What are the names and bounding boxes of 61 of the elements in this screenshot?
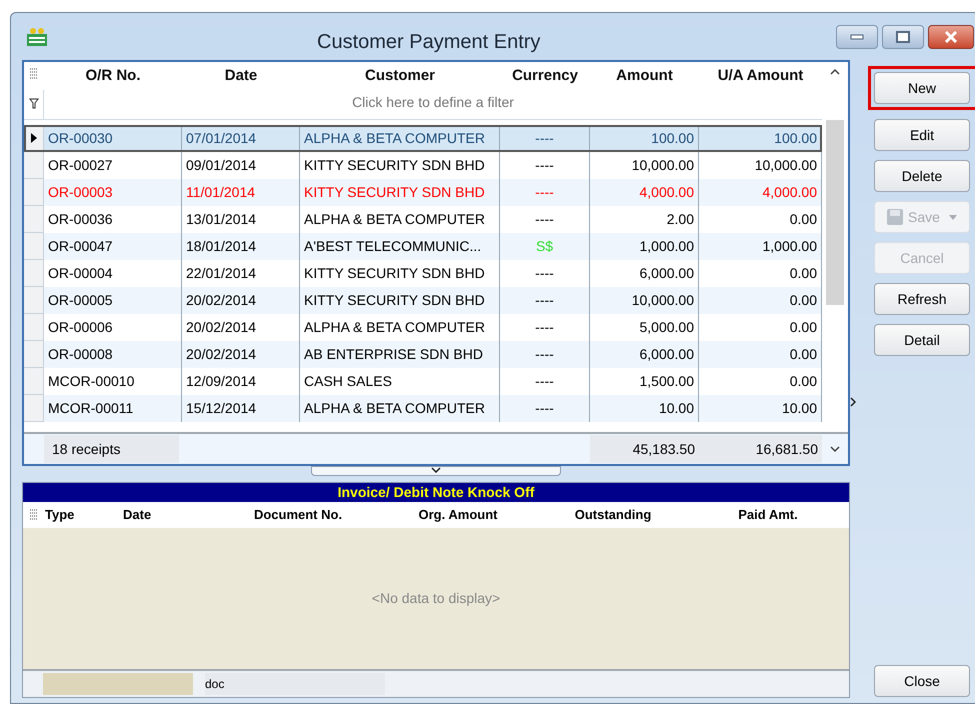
column-header[interactable]: Date	[123, 505, 213, 525]
table-row[interactable]: OR-00005 20/02/2014 KITTY SECURITY SDN BHD ---- 10,000.00 0.00	[24, 287, 822, 314]
column-header[interactable]: O/R No.	[44, 62, 182, 90]
table-row[interactable]: OR-00036 13/01/2014 ALPHA & BETA COMPUTER ---- 2.00 0.00	[24, 206, 822, 233]
empty-message: <No data to display>	[372, 589, 500, 608]
column-header[interactable]: Org. Amount	[383, 505, 533, 525]
column-chooser-icon	[29, 68, 39, 80]
table-cell: MCOR-00011	[44, 395, 182, 422]
scrollbar-thumb[interactable]	[826, 120, 844, 305]
action-button[interactable]: Detail	[874, 324, 970, 356]
table-cell: 15/12/2014	[182, 395, 300, 422]
table-row[interactable]: OR-00006 20/02/2014 ALPHA & BETA COMPUTER ---- 5,000.00 0.00	[24, 314, 822, 341]
section-title: Invoice/ Debit Note Knock Off	[23, 483, 849, 502]
table-cell: 10.00	[699, 395, 822, 422]
column-header[interactable]: Amount	[590, 62, 699, 90]
close-button[interactable]: Close	[874, 665, 970, 697]
table-cell: 10.00	[590, 395, 699, 422]
ua-amount-total: 16,681.50	[699, 435, 822, 463]
column-header[interactable]: Document No.	[213, 505, 383, 525]
table-row[interactable]: OR-00047 18/01/2014 A'BEST TELECOMMUNIC... S$ 1,000.00 1,000.00	[24, 233, 822, 260]
column-header[interactable]: U/A Amount	[699, 62, 822, 90]
filter-hint[interactable]: Click here to define a filter	[44, 90, 822, 119]
footer-text: doc	[205, 673, 385, 695]
action-button[interactable]: Refresh	[874, 283, 970, 315]
minimize-button[interactable]	[836, 24, 878, 48]
column-header[interactable]: Type	[45, 505, 123, 525]
maximize-icon	[896, 30, 910, 42]
receipt-count: 18 receipts	[44, 435, 179, 463]
column-header[interactable]: Outstanding	[533, 505, 693, 525]
table-row[interactable]: OR-00004 22/01/2014 KITTY SECURITY SDN BHD ---- 6,000.00 0.00	[24, 260, 822, 287]
scroll-up-icon[interactable]	[830, 68, 840, 76]
window-title: Customer Payment Entry	[317, 30, 540, 55]
collapse-icon	[431, 467, 441, 473]
close-window-button[interactable]	[928, 24, 974, 48]
minimize-icon	[850, 34, 864, 40]
column-header[interactable]: Currency	[500, 62, 590, 90]
action-button[interactable]: Edit	[874, 119, 970, 151]
scroll-down-icon[interactable]	[830, 445, 840, 453]
maximize-button[interactable]	[882, 24, 924, 48]
column-header[interactable]: Date	[182, 62, 300, 90]
close-icon	[944, 30, 958, 42]
table-cell: ALPHA & BETA COMPUTER	[300, 395, 500, 422]
table-row[interactable]: OR-00003 11/01/2014 KITTY SECURITY SDN BHD ---- 4,000.00 4,000.00	[24, 179, 822, 206]
action-button[interactable]: New	[874, 72, 970, 104]
table-row[interactable]: OR-00030 07/01/2014 ALPHA & BETA COMPUTER ---- 100.00 100.00	[24, 125, 822, 152]
table-cell: ----	[500, 395, 590, 422]
action-button[interactable]: Delete	[874, 160, 970, 192]
filter-icon	[28, 98, 38, 109]
amount-total: 45,183.50	[590, 435, 699, 463]
splitter-handle[interactable]	[311, 466, 561, 476]
expand-icon[interactable]	[850, 396, 856, 406]
app-icon	[25, 26, 49, 48]
caret-icon	[948, 213, 958, 221]
current-row-icon	[30, 133, 36, 143]
table-row[interactable]: OR-00008 20/02/2014 AB ENTERPRISE SDN BHD ---- 6,000.00 0.00	[24, 341, 822, 368]
table-row[interactable]: MCOR-00011 15/12/2014 ALPHA & BETA COMPUTER ---- 10.00 10.00	[24, 395, 822, 422]
table-row[interactable]: MCOR-00010 12/09/2014 CASH SALES ---- 1,500.00 0.00	[24, 368, 822, 395]
column-header[interactable]: Paid Amt.	[693, 505, 843, 525]
table-row[interactable]: OR-00027 09/01/2014 KITTY SECURITY SDN BHD ---- 10,000.00 10,000.00	[24, 152, 822, 179]
column-header[interactable]: Customer	[300, 62, 500, 90]
column-chooser-icon	[29, 509, 39, 521]
